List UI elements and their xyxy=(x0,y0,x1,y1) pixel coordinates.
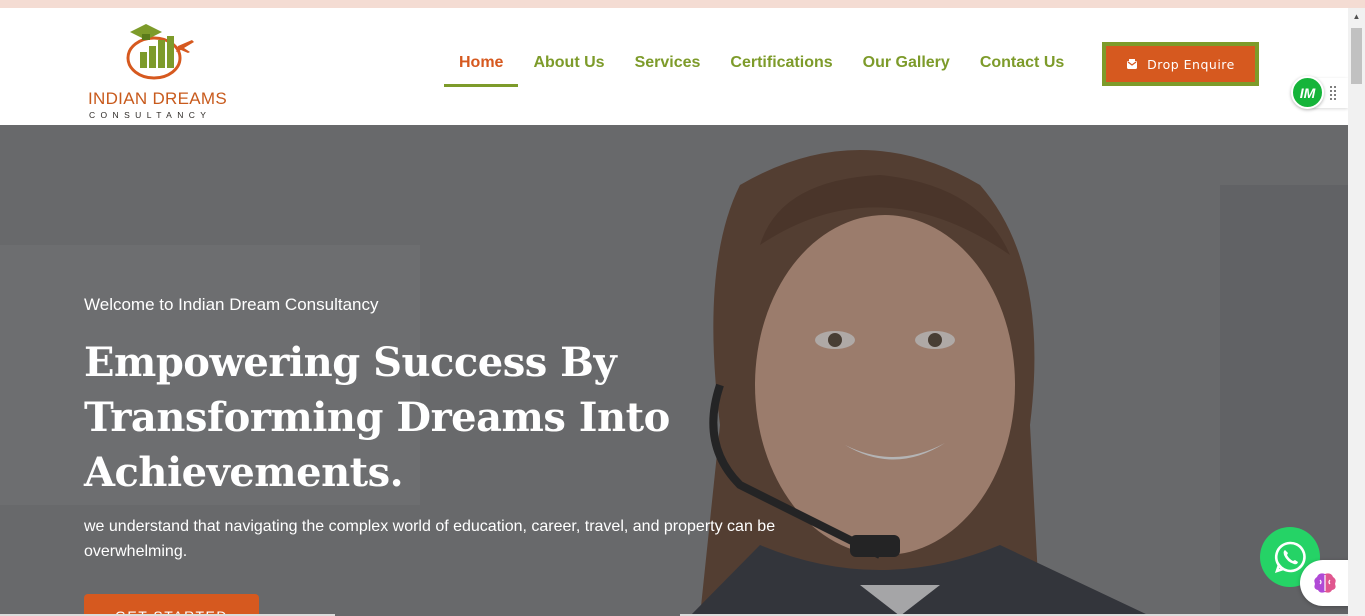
nav-home[interactable]: Home xyxy=(444,44,519,87)
scroll-up-arrow-icon[interactable]: ▲ xyxy=(1348,8,1365,25)
hero-headline-line2: Transforming Dreams Into xyxy=(84,394,670,441)
hero-welcome-text: Welcome to Indian Dream Consultancy xyxy=(84,295,379,314)
page-scrollbar[interactable]: ▲ xyxy=(1348,8,1365,616)
whatsapp-icon xyxy=(1274,541,1306,574)
main-nav: Home About Us Services Certifications Ou… xyxy=(444,44,1079,88)
nav-about-us[interactable]: About Us xyxy=(518,44,619,87)
nav-certifications[interactable]: Certifications xyxy=(715,44,847,87)
brand-name: INDIAN DREAMS xyxy=(88,89,227,108)
im-badge[interactable]: IM xyxy=(1291,76,1324,109)
drop-enquire-label: Drop Enquire xyxy=(1147,56,1235,72)
nav-our-gallery[interactable]: Our Gallery xyxy=(848,44,965,87)
site-header: INDIAN DREAMS CONSULTANCY Home About Us … xyxy=(0,8,1348,125)
logo-mark-icon xyxy=(126,24,194,80)
hero-subtext: we understand that navigating the comple… xyxy=(84,518,776,560)
hero-headline-line1: Empowering Success By xyxy=(84,339,617,386)
nav-services[interactable]: Services xyxy=(620,44,716,87)
get-started-button[interactable]: GET STARTED xyxy=(84,594,259,616)
hero-headline-line3: Achievements. xyxy=(84,449,404,496)
hero-headline: Empowering Success By Transforming Dream… xyxy=(84,335,784,500)
envelope-icon xyxy=(1127,59,1138,69)
drop-enquire-button[interactable]: Drop Enquire xyxy=(1102,42,1259,86)
drag-handle-icon[interactable] xyxy=(1329,85,1337,101)
top-strip xyxy=(0,0,1365,8)
nav-contact-us[interactable]: Contact Us xyxy=(965,44,1079,87)
brand-logo[interactable]: INDIAN DREAMS CONSULTANCY xyxy=(88,18,238,120)
scroll-thumb[interactable] xyxy=(1351,28,1362,84)
brand-tagline: CONSULTANCY xyxy=(89,110,212,120)
hero-banner: Welcome to Indian Dream Consultancy Empo… xyxy=(0,125,1348,616)
brain-icon xyxy=(1314,573,1336,593)
assistant-button[interactable] xyxy=(1300,560,1350,606)
